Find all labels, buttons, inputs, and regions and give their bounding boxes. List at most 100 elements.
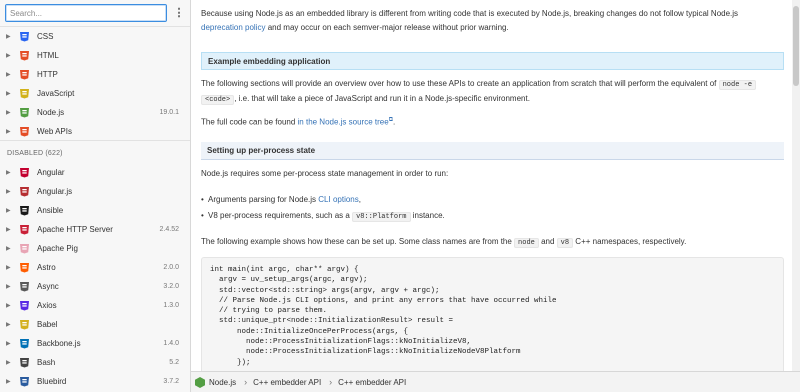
sidebar-item-angular[interactable]: ▶ Angular bbox=[0, 163, 190, 182]
sidebar-item-label: Backbone.js bbox=[37, 339, 81, 348]
intro-tail: and may occur on each semver-major relea… bbox=[265, 23, 509, 32]
cli-options-link[interactable]: CLI options bbox=[318, 195, 358, 204]
breadcrumb-item-nodejs[interactable]: Node.js bbox=[195, 376, 236, 388]
expand-arrow-icon[interactable]: ▶ bbox=[6, 109, 16, 116]
expand-arrow-icon[interactable]: ▶ bbox=[6, 226, 16, 233]
expand-arrow-icon[interactable]: ▶ bbox=[6, 71, 16, 78]
sidebar-item-label: Angular.js bbox=[37, 187, 73, 196]
version-label: 2.4.52 bbox=[159, 226, 179, 233]
expand-arrow-icon[interactable]: ▶ bbox=[6, 90, 16, 97]
expand-arrow-icon[interactable]: ▶ bbox=[6, 359, 16, 366]
source-text: The full code can be found bbox=[201, 117, 298, 127]
sidebar-item-bluebird[interactable]: ▶ Bluebird 3.7.2 bbox=[0, 372, 190, 391]
sidebar-item-label: JavaScript bbox=[37, 89, 75, 98]
list-item: V8 per-process requirements, such as a v… bbox=[201, 209, 445, 224]
backbone-icon bbox=[19, 338, 30, 349]
bullet-tail: , bbox=[358, 195, 361, 204]
sidebar-item-label: Babel bbox=[37, 320, 58, 329]
expand-arrow-icon[interactable]: ▶ bbox=[6, 207, 16, 214]
code-line: node::InitializeOncePerProcess(args, { bbox=[210, 327, 409, 336]
sidebar-item-label: Async bbox=[37, 282, 59, 291]
expand-arrow-icon[interactable]: ▶ bbox=[6, 245, 16, 252]
overview-tail: , i.e. that will take a piece of JavaScr… bbox=[234, 94, 530, 103]
code-block: int main(int argc, char** argv) { argv =… bbox=[201, 257, 784, 371]
sidebar-item-label: Apache HTTP Server bbox=[37, 225, 113, 234]
vertical-ellipsis-icon[interactable]: ⋮ bbox=[172, 7, 186, 19]
search-row: ⋮ bbox=[0, 0, 190, 27]
breadcrumb-label: C++ embedder API bbox=[253, 377, 322, 387]
code-line: argv = uv_setup_args(argc, argv); bbox=[210, 276, 368, 285]
divider bbox=[0, 140, 190, 141]
expand-arrow-icon[interactable]: ▶ bbox=[6, 264, 16, 271]
expand-arrow-icon[interactable]: ▶ bbox=[6, 169, 16, 176]
source-tree-link[interactable]: in the Node.js source tree bbox=[298, 118, 389, 127]
bash-icon bbox=[19, 357, 30, 368]
sidebar-item-babel[interactable]: ▶ Babel bbox=[0, 315, 190, 334]
source-tail: . bbox=[392, 117, 396, 127]
version-label: 2.0.0 bbox=[163, 264, 179, 271]
main-content: Because using Node.js as an embedded lib… bbox=[191, 0, 800, 371]
expand-arrow-icon[interactable]: ▶ bbox=[6, 378, 16, 385]
axios-icon bbox=[19, 300, 30, 311]
expand-arrow-icon[interactable]: ▶ bbox=[6, 52, 16, 59]
expand-arrow-icon[interactable]: ▶ bbox=[6, 283, 16, 290]
version-label: 3.7.2 bbox=[163, 378, 179, 385]
scrollbar[interactable] bbox=[792, 0, 800, 371]
sidebar-item-apache-pig[interactable]: ▶ Apache Pig bbox=[0, 239, 190, 258]
sidebar-item-async[interactable]: ▶ Async 3.2.0 bbox=[0, 277, 190, 296]
apache-feather-icon bbox=[19, 224, 30, 235]
sidebar-item-axios[interactable]: ▶ Axios 1.3.0 bbox=[0, 296, 190, 315]
sidebar-item-javascript[interactable]: ▶ JavaScript bbox=[0, 84, 190, 103]
inline-code: v8 bbox=[556, 238, 574, 248]
sidebar-item-css[interactable]: ▶ CSS bbox=[0, 27, 190, 46]
chevron-right-icon: › bbox=[329, 377, 333, 387]
sidebar-item-label: HTML bbox=[37, 51, 59, 60]
breadcrumb-item-embedder[interactable]: › C++ embedder API bbox=[244, 377, 321, 387]
example-mid: and bbox=[538, 237, 557, 246]
deprecation-policy-link[interactable]: deprecation policy bbox=[201, 23, 265, 32]
bullet-tail: instance. bbox=[410, 211, 445, 220]
javascript-icon bbox=[19, 88, 30, 99]
scrollbar-thumb[interactable] bbox=[793, 6, 799, 86]
ansible-icon bbox=[19, 205, 30, 216]
sidebar-item-label: Ansible bbox=[37, 206, 64, 215]
http-icon bbox=[19, 69, 30, 80]
expand-arrow-icon[interactable]: ▶ bbox=[6, 128, 16, 135]
version-label: 1.3.0 bbox=[163, 302, 179, 309]
sidebar-item-label: CSS bbox=[37, 32, 54, 41]
sidebar-item-backbone-js[interactable]: ▶ Backbone.js 1.4.0 bbox=[0, 334, 190, 353]
section-heading-example: Example embedding application bbox=[201, 52, 784, 70]
expand-arrow-icon[interactable]: ▶ bbox=[6, 33, 16, 40]
inline-code: <code> bbox=[201, 95, 235, 105]
sidebar-item-angular-js[interactable]: ▶ Angular.js bbox=[0, 182, 190, 201]
expand-arrow-icon[interactable]: ▶ bbox=[6, 188, 16, 195]
expand-arrow-icon[interactable]: ▶ bbox=[6, 340, 16, 347]
list-item: Arguments parsing for Node.js CLI option… bbox=[201, 193, 361, 207]
async-icon bbox=[19, 281, 30, 292]
sidebar-item-http[interactable]: ▶ HTTP bbox=[0, 65, 190, 84]
sidebar-item-label: Astro bbox=[37, 263, 56, 272]
expand-arrow-icon[interactable]: ▶ bbox=[6, 321, 16, 328]
breadcrumb: Node.js › C++ embedder API › C++ embedde… bbox=[191, 371, 800, 392]
sidebar-item-ansible[interactable]: ▶ Ansible bbox=[0, 201, 190, 220]
nodejs-icon bbox=[19, 107, 30, 118]
search-input[interactable] bbox=[5, 4, 167, 22]
sidebar-item-apache-http-server[interactable]: ▶ Apache HTTP Server 2.4.52 bbox=[0, 220, 190, 239]
expand-arrow-icon[interactable]: ▶ bbox=[6, 302, 16, 309]
sidebar-item-label: Apache Pig bbox=[37, 244, 78, 253]
sidebar-item-web-apis[interactable]: ▶ Web APIs bbox=[0, 122, 190, 141]
chevron-right-icon: › bbox=[244, 377, 248, 387]
version-label: 1.4.0 bbox=[163, 340, 179, 347]
breadcrumb-label: C++ embedder API bbox=[338, 377, 407, 387]
inline-code: v8::Platform bbox=[352, 212, 411, 222]
sidebar-item-bash[interactable]: ▶ Bash 5.2 bbox=[0, 353, 190, 372]
sidebar-item-astro[interactable]: ▶ Astro 2.0.0 bbox=[0, 258, 190, 277]
overview-text: The following sections will provide an o… bbox=[201, 79, 717, 88]
breadcrumb-item-embedder-current[interactable]: › C++ embedder API bbox=[329, 377, 406, 387]
version-label: 19.0.1 bbox=[159, 109, 179, 116]
bullet-text: Arguments parsing for Node.js bbox=[208, 195, 319, 204]
sidebar-item-html[interactable]: ▶ HTML bbox=[0, 46, 190, 65]
sidebar-item-node-js[interactable]: ▶ Node.js 19.0.1 bbox=[0, 103, 190, 122]
bullet-text: V8 per-process requirements, such as a bbox=[208, 211, 353, 220]
bluebird-icon bbox=[19, 376, 30, 387]
